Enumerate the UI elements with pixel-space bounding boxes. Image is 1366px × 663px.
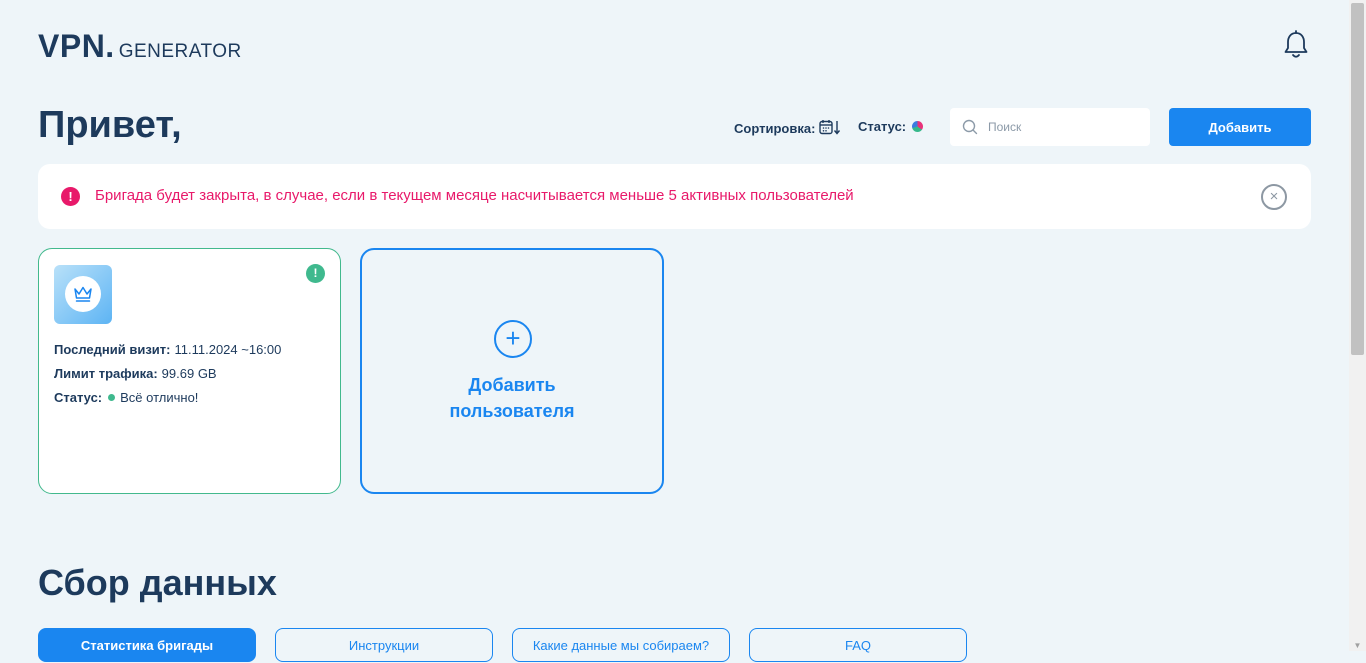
logo[interactable]: VPN. GENERATOR [38,28,242,65]
alert-icon: ! [61,187,80,206]
add-user-label: Добавить пользователя [362,372,662,424]
status-dot-icon [108,394,116,401]
alert-banner: ! Бригада будет закрыта, в случае, если … [38,164,1311,229]
last-visit-label: Последний визит: [54,342,171,357]
traffic-value: 99.69 GB [161,366,217,381]
status-row: Статус: Всё отлично! [54,390,198,405]
search-icon [962,119,978,135]
add-user-label-line1: Добавить [468,375,556,395]
add-user-card[interactable]: + Добавить пользователя [360,248,664,494]
scroll-down-arrow-icon[interactable]: ▼ [1352,641,1363,651]
status-filter[interactable]: Статус: [858,119,924,134]
traffic-label: Лимит трафика: [54,366,158,381]
logo-generator: GENERATOR [118,41,242,62]
warning-icon: ! [306,264,325,283]
traffic-row: Лимит трафика: 99.69 GB [54,366,217,381]
add-button[interactable]: Добавить [1169,108,1311,146]
plus-icon: + [494,320,532,358]
logo-vpn: VPN. [38,28,115,64]
status-filter-label: Статус: [858,119,907,134]
search-box[interactable] [950,108,1150,146]
sort-control[interactable]: Сортировка: [734,119,841,138]
scrollbar-thumb[interactable] [1351,3,1364,355]
last-visit-row: Последний визит: 11.11.2024 ~16:00 [54,342,281,357]
status-pie-icon [912,121,924,132]
page-greeting: Привет, [38,104,182,146]
avatar-circle [65,276,101,312]
close-icon[interactable]: × [1261,184,1287,210]
search-input[interactable] [986,119,1140,135]
calendar-sort-icon [819,119,841,138]
section-title: Сбор данных [38,562,277,603]
crown-icon [74,286,92,302]
tab-faq[interactable]: FAQ [749,628,967,662]
avatar [54,265,112,324]
status-value: Всё отлично! [120,390,199,405]
user-card[interactable]: ! Последний визит: 11.11.2024 ~16:00 Лим… [38,248,341,494]
alert-text: Бригада будет закрыта, в случае, если в … [95,187,854,204]
bell-icon[interactable] [1282,30,1310,60]
tab-instructions[interactable]: Инструкции [275,628,493,662]
status-label: Статус: [54,390,103,405]
sort-label: Сортировка: [734,121,816,136]
add-user-label-line2: пользователя [449,401,575,421]
tab-data-collected[interactable]: Какие данные мы собираем? [512,628,730,662]
last-visit-value: 11.11.2024 ~16:00 [174,342,282,357]
tab-team-statistics[interactable]: Статистика бригады [38,628,256,662]
